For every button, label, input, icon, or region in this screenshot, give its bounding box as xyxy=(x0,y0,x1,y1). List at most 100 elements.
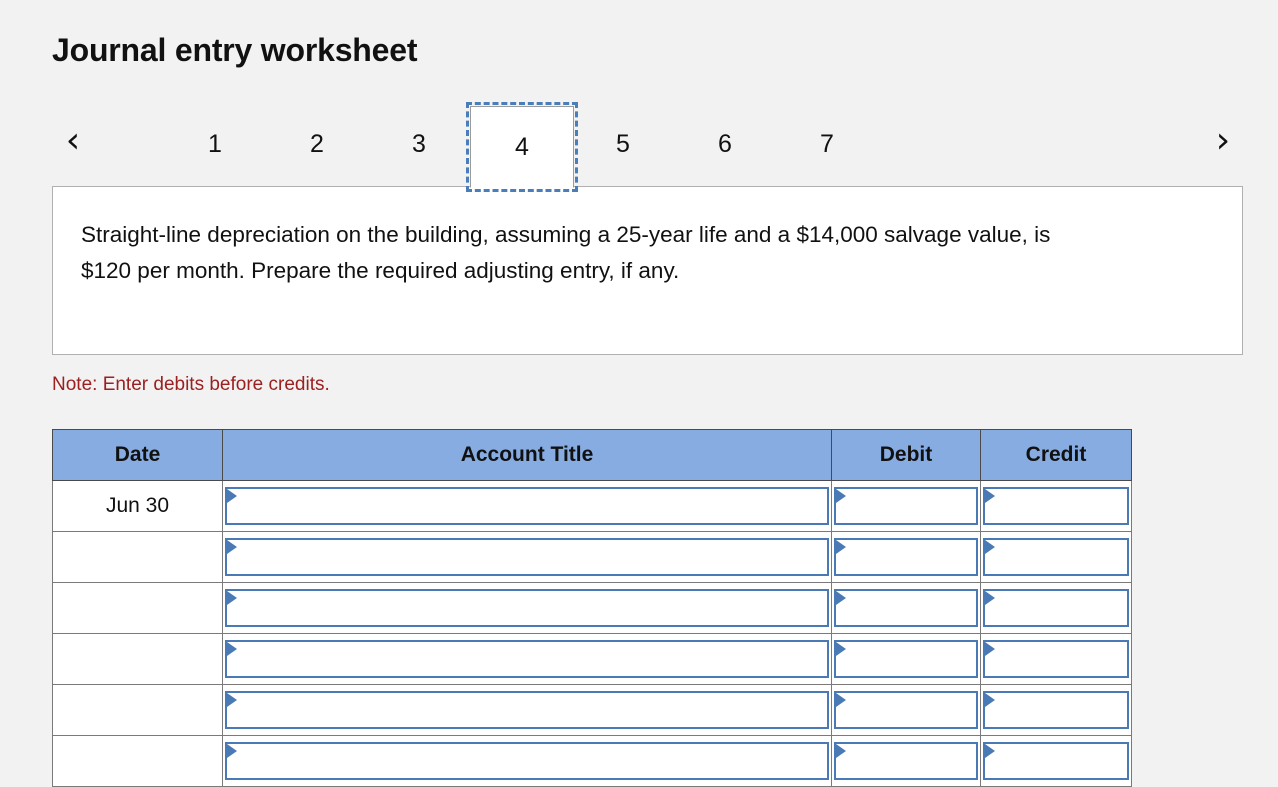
debit-input[interactable] xyxy=(834,741,978,780)
dropdown-triangle-icon xyxy=(836,488,846,503)
dropdown-triangle-icon xyxy=(836,590,846,605)
account_title-value xyxy=(239,540,823,574)
debit-cell[interactable] xyxy=(831,480,981,532)
credit-cell[interactable] xyxy=(980,684,1132,736)
debit-input[interactable] xyxy=(834,537,978,576)
account_title-cell[interactable] xyxy=(222,633,832,685)
credit-cell[interactable] xyxy=(980,735,1132,787)
dropdown-triangle-icon xyxy=(985,488,995,503)
debit-value xyxy=(848,489,972,523)
account_title-input[interactable] xyxy=(225,486,829,525)
account_title-cell[interactable] xyxy=(222,735,832,787)
note-text: Note: Enter debits before credits. xyxy=(52,374,330,395)
table-row xyxy=(52,531,1132,583)
entry-tab-7[interactable]: 7 xyxy=(776,108,878,180)
credit-value xyxy=(997,540,1123,574)
column-header-credit: Credit xyxy=(980,429,1132,481)
dropdown-triangle-icon xyxy=(227,692,237,707)
account_title-input[interactable] xyxy=(225,690,829,729)
debit-value xyxy=(848,591,972,625)
credit-cell[interactable] xyxy=(980,633,1132,685)
date-cell[interactable] xyxy=(52,531,223,583)
date-cell[interactable] xyxy=(52,633,223,685)
date-cell[interactable] xyxy=(52,684,223,736)
column-header-account_title: Account Title xyxy=(222,429,832,481)
credit-cell[interactable] xyxy=(980,531,1132,583)
credit-value xyxy=(997,591,1123,625)
dropdown-triangle-icon xyxy=(985,539,995,554)
credit-value xyxy=(997,642,1123,676)
entry-tab-2[interactable]: 2 xyxy=(266,108,368,180)
table-row xyxy=(52,735,1132,787)
debit-value xyxy=(848,693,972,727)
date-cell[interactable]: Jun 30 xyxy=(52,480,223,532)
debit-cell[interactable] xyxy=(831,735,981,787)
debit-input[interactable] xyxy=(834,486,978,525)
credit-input[interactable] xyxy=(983,588,1129,627)
account_title-input[interactable] xyxy=(225,639,829,678)
credit-cell[interactable] xyxy=(980,480,1132,532)
account_title-input[interactable] xyxy=(225,741,829,780)
dropdown-triangle-icon xyxy=(985,641,995,656)
entry-tab-6[interactable]: 6 xyxy=(674,108,776,180)
dropdown-triangle-icon xyxy=(985,743,995,758)
debit-input[interactable] xyxy=(834,639,978,678)
date-cell[interactable] xyxy=(52,582,223,634)
entry-tab-3[interactable]: 3 xyxy=(368,108,470,180)
dropdown-triangle-icon xyxy=(227,590,237,605)
credit-value xyxy=(997,489,1123,523)
entry-tab-bar: ‹ 1234567 › xyxy=(52,102,1244,192)
worksheet-page: Journal entry worksheet ‹ 1234567 › Stra… xyxy=(0,0,1278,787)
debit-input[interactable] xyxy=(834,690,978,729)
chevron-right-icon[interactable]: › xyxy=(1202,102,1244,180)
dropdown-triangle-icon xyxy=(985,692,995,707)
date-cell[interactable] xyxy=(52,735,223,787)
credit-input[interactable] xyxy=(983,537,1129,576)
journal-entry-table: Date Account Title Debit Credit Jun 30 xyxy=(52,429,1132,787)
debit-value xyxy=(848,540,972,574)
table-row xyxy=(52,582,1132,634)
credit-value xyxy=(997,744,1123,778)
credit-input[interactable] xyxy=(983,639,1129,678)
account_title-cell[interactable] xyxy=(222,531,832,583)
column-header-date: Date xyxy=(52,429,223,481)
account_title-value xyxy=(239,489,823,523)
debit-value xyxy=(848,642,972,676)
entry-tab-5[interactable]: 5 xyxy=(572,108,674,180)
debit-cell[interactable] xyxy=(831,633,981,685)
account_title-input[interactable] xyxy=(225,588,829,627)
credit-value xyxy=(997,693,1123,727)
table-row xyxy=(52,684,1132,736)
account_title-cell[interactable] xyxy=(222,582,832,634)
dropdown-triangle-icon xyxy=(836,641,846,656)
debit-cell[interactable] xyxy=(831,531,981,583)
account_title-input[interactable] xyxy=(225,537,829,576)
credit-input[interactable] xyxy=(983,690,1129,729)
account_title-value xyxy=(239,693,823,727)
dropdown-triangle-icon xyxy=(836,743,846,758)
account_title-value xyxy=(239,591,823,625)
credit-input[interactable] xyxy=(983,486,1129,525)
column-header-debit: Debit xyxy=(831,429,981,481)
account_title-cell[interactable] xyxy=(222,684,832,736)
page-title: Journal entry worksheet xyxy=(52,32,418,68)
debit-cell[interactable] xyxy=(831,582,981,634)
credit-input[interactable] xyxy=(983,741,1129,780)
credit-cell[interactable] xyxy=(980,582,1132,634)
dropdown-triangle-icon xyxy=(227,488,237,503)
journal-table-body: Jun 30 xyxy=(52,480,1132,787)
question-text: Straight-line depreciation on the buildi… xyxy=(81,222,1051,283)
entry-tab-4[interactable]: 4 xyxy=(466,102,578,192)
debit-cell[interactable] xyxy=(831,684,981,736)
table-row xyxy=(52,633,1132,685)
account_title-cell[interactable] xyxy=(222,480,832,532)
debit-input[interactable] xyxy=(834,588,978,627)
entry-tab-1[interactable]: 1 xyxy=(164,108,266,180)
dropdown-triangle-icon xyxy=(836,539,846,554)
debit-value xyxy=(848,744,972,778)
journal-table-head: Date Account Title Debit Credit xyxy=(52,429,1132,481)
account_title-value xyxy=(239,642,823,676)
chevron-left-icon[interactable]: ‹ xyxy=(52,102,94,180)
dropdown-triangle-icon xyxy=(227,539,237,554)
dropdown-triangle-icon xyxy=(985,590,995,605)
